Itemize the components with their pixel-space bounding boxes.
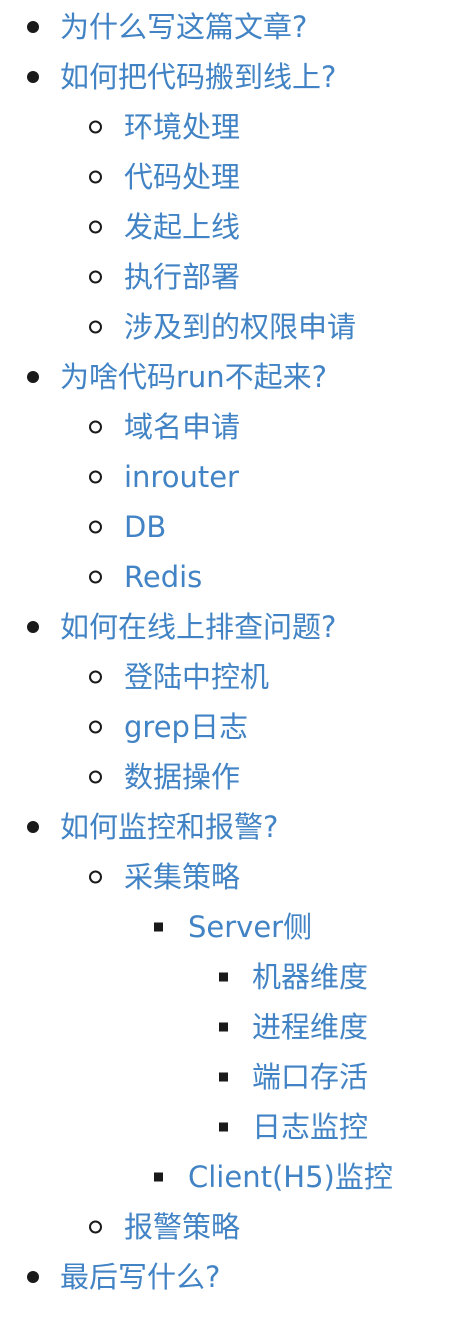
circle-bullet-icon bbox=[89, 270, 102, 284]
toc-link[interactable]: 执行部署 bbox=[124, 252, 240, 302]
toc-item: grep日志 bbox=[0, 702, 454, 752]
square-bullet-icon bbox=[219, 972, 228, 982]
toc-item: inrouter bbox=[0, 452, 454, 502]
toc-link[interactable]: Server侧 bbox=[188, 902, 312, 952]
toc-link[interactable]: 发起上线 bbox=[124, 202, 240, 252]
toc-link[interactable]: inrouter bbox=[124, 452, 239, 502]
toc-item: 涉及到的权限申请 bbox=[0, 302, 454, 352]
square-bullet-icon bbox=[154, 922, 163, 932]
circle-bullet-icon bbox=[89, 170, 102, 184]
toc-link[interactable]: 如何监控和报警? bbox=[60, 802, 278, 852]
toc-item: 环境处理 bbox=[0, 102, 454, 152]
toc-item: Client(H5)监控 bbox=[0, 1152, 454, 1202]
circle-bullet-icon bbox=[89, 470, 102, 484]
toc-item: 为啥代码run不起来? bbox=[0, 352, 454, 402]
toc-item: 域名申请 bbox=[0, 402, 454, 452]
toc-link[interactable]: 涉及到的权限申请 bbox=[124, 302, 356, 352]
toc-link[interactable]: Client(H5)监控 bbox=[188, 1152, 393, 1202]
circle-bullet-icon bbox=[89, 520, 102, 534]
toc-link[interactable]: 如何把代码搬到线上? bbox=[60, 52, 336, 102]
circle-bullet-icon bbox=[89, 1220, 102, 1234]
toc-link[interactable]: 采集策略 bbox=[124, 852, 240, 902]
circle-bullet-icon bbox=[89, 770, 102, 784]
toc-item: Redis bbox=[0, 552, 454, 602]
disc-bullet-icon bbox=[27, 621, 39, 633]
circle-bullet-icon bbox=[89, 870, 102, 884]
circle-bullet-icon bbox=[89, 570, 102, 584]
circle-bullet-icon bbox=[89, 320, 102, 334]
toc-item: Server侧 bbox=[0, 902, 454, 952]
square-bullet-icon bbox=[219, 1122, 228, 1132]
toc-item: 如何在线上排查问题? bbox=[0, 602, 454, 652]
toc-link[interactable]: 域名申请 bbox=[124, 402, 240, 452]
toc-item: DB bbox=[0, 502, 454, 552]
toc-link[interactable]: 为啥代码run不起来? bbox=[60, 352, 327, 402]
square-bullet-icon bbox=[154, 1172, 163, 1182]
toc-link[interactable]: 机器维度 bbox=[252, 952, 368, 1002]
toc-item: 端口存活 bbox=[0, 1052, 454, 1102]
toc-item: 如何监控和报警? bbox=[0, 802, 454, 852]
toc-item: 为什么写这篇文章? bbox=[0, 2, 454, 52]
toc-link[interactable]: 环境处理 bbox=[124, 102, 240, 152]
disc-bullet-icon bbox=[27, 371, 39, 383]
toc-item: 数据操作 bbox=[0, 752, 454, 802]
toc-link[interactable]: Redis bbox=[124, 552, 202, 602]
table-of-contents: 为什么写这篇文章? 如何把代码搬到线上? 环境处理 代码处理 发起上线 执行部署… bbox=[0, 2, 454, 1302]
toc-link[interactable]: 代码处理 bbox=[124, 152, 240, 202]
toc-link[interactable]: DB bbox=[124, 502, 166, 552]
toc-link[interactable]: 进程维度 bbox=[252, 1002, 368, 1052]
circle-bullet-icon bbox=[89, 670, 102, 684]
disc-bullet-icon bbox=[27, 21, 39, 33]
toc-item: 发起上线 bbox=[0, 202, 454, 252]
toc-link[interactable]: 为什么写这篇文章? bbox=[60, 2, 307, 52]
toc-link[interactable]: 最后写什么? bbox=[60, 1252, 220, 1302]
disc-bullet-icon bbox=[27, 71, 39, 83]
toc-item: 最后写什么? bbox=[0, 1252, 454, 1302]
toc-item: 登陆中控机 bbox=[0, 652, 454, 702]
circle-bullet-icon bbox=[89, 120, 102, 134]
circle-bullet-icon bbox=[89, 720, 102, 734]
toc-link[interactable]: 端口存活 bbox=[252, 1052, 368, 1102]
toc-link[interactable]: 日志监控 bbox=[252, 1102, 368, 1152]
toc-item: 执行部署 bbox=[0, 252, 454, 302]
toc-item: 机器维度 bbox=[0, 952, 454, 1002]
toc-item: 采集策略 bbox=[0, 852, 454, 902]
square-bullet-icon bbox=[219, 1072, 228, 1082]
toc-link[interactable]: 报警策略 bbox=[124, 1202, 240, 1252]
square-bullet-icon bbox=[219, 1022, 228, 1032]
circle-bullet-icon bbox=[89, 420, 102, 434]
toc-link[interactable]: grep日志 bbox=[124, 702, 248, 752]
disc-bullet-icon bbox=[27, 1271, 39, 1283]
toc-link[interactable]: 数据操作 bbox=[124, 752, 240, 802]
toc-link[interactable]: 登陆中控机 bbox=[124, 652, 269, 702]
circle-bullet-icon bbox=[89, 220, 102, 234]
toc-item: 进程维度 bbox=[0, 1002, 454, 1052]
toc-item: 日志监控 bbox=[0, 1102, 454, 1152]
toc-link[interactable]: 如何在线上排查问题? bbox=[60, 602, 336, 652]
disc-bullet-icon bbox=[27, 821, 39, 833]
toc-item: 报警策略 bbox=[0, 1202, 454, 1252]
toc-item: 如何把代码搬到线上? bbox=[0, 52, 454, 102]
toc-item: 代码处理 bbox=[0, 152, 454, 202]
